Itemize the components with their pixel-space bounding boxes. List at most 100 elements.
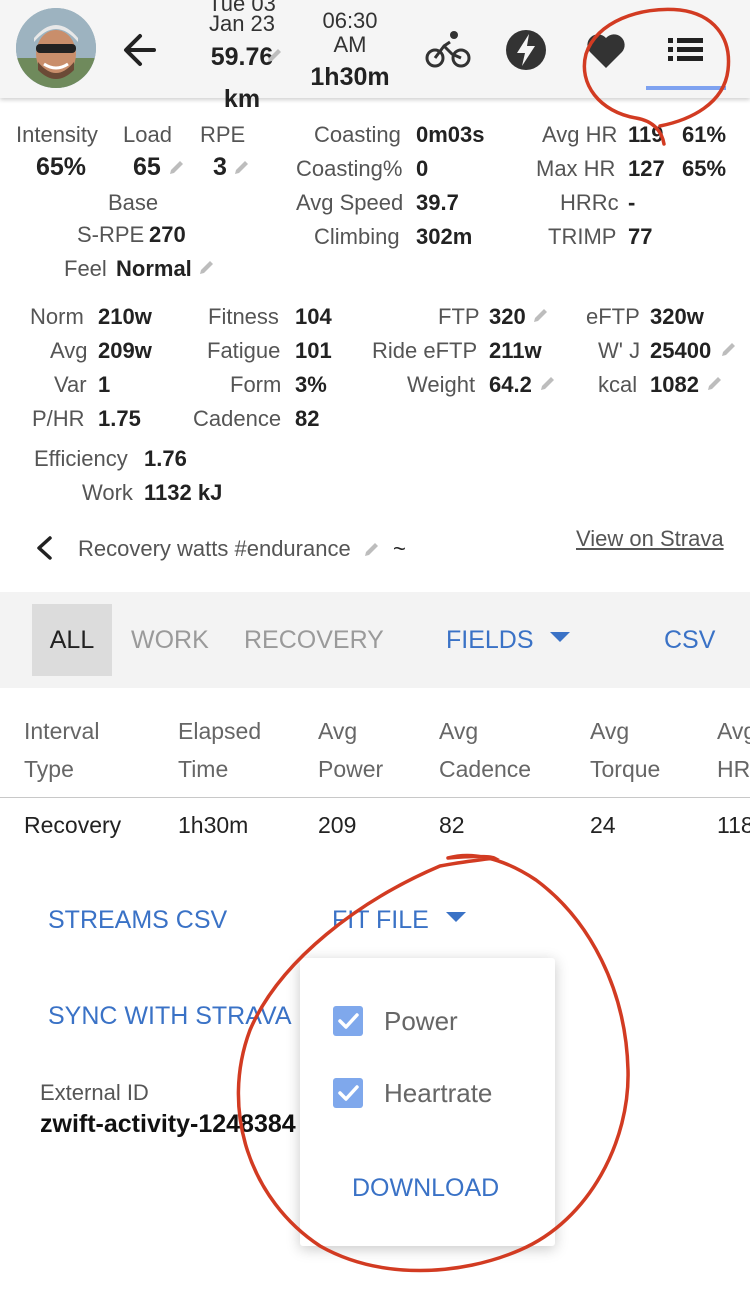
avg-speed-value: 39.7 <box>416 190 459 215</box>
climbing-value: 302m <box>416 224 473 249</box>
work-label: Work <box>82 480 133 505</box>
var-label: Var <box>54 372 87 397</box>
caret-down-icon <box>550 632 571 642</box>
fitness-label: Fitness <box>208 304 279 329</box>
avg-power-value: 209w <box>98 338 152 363</box>
eftp-value: 320w <box>650 304 704 329</box>
edit-pencil-icon[interactable] <box>233 158 251 176</box>
ftp-label: FTP <box>438 304 480 329</box>
edit-pencil-icon[interactable] <box>266 46 284 64</box>
tab-all[interactable]: ALL <box>32 604 112 676</box>
header-ampm: AM <box>333 32 367 57</box>
chevron-left-icon[interactable] <box>32 534 58 562</box>
fields-dropdown-button[interactable]: FIELDS <box>446 604 571 676</box>
fit-file-menu: Power Heartrate DOWNLOAD <box>300 958 555 1246</box>
heart-icon[interactable] <box>582 26 630 74</box>
csv-button[interactable]: CSV <box>664 604 715 676</box>
edit-pencil-icon[interactable] <box>539 374 557 392</box>
streams-csv-button[interactable]: STREAMS CSV <box>48 906 227 935</box>
kcal-label: kcal <box>598 372 638 397</box>
col-header-avg-power[interactable]: Avg Power <box>318 712 383 788</box>
col-header-elapsed-time[interactable]: Elapsed Time <box>178 712 261 788</box>
intensity-label: Intensity <box>16 122 98 147</box>
coasting-pct-label: Coasting% <box>296 156 403 181</box>
edit-pencil-icon[interactable] <box>532 306 550 324</box>
header-duration: 1h30m <box>310 63 390 91</box>
cadence-label: Cadence <box>193 406 282 431</box>
cadence-value: 82 <box>295 406 320 431</box>
rpe-label: RPE <box>200 122 246 147</box>
edit-pencil-icon[interactable] <box>198 258 216 276</box>
feel-value: Normal <box>116 256 192 281</box>
fitness-value: 104 <box>295 304 332 329</box>
edit-pencil-icon[interactable] <box>168 158 186 176</box>
phr-value: 1.75 <box>98 406 141 431</box>
power-option-label[interactable]: Power <box>384 1006 458 1037</box>
hrrc-value: - <box>628 190 636 215</box>
checkmark-icon <box>338 1085 359 1101</box>
load-label: Load <box>123 122 172 147</box>
col-header-avg-cadence[interactable]: Avg Cadence <box>439 712 531 788</box>
wj-label: W' J <box>598 338 641 363</box>
avatar[interactable] <box>16 8 96 88</box>
ride-eftp-label: Ride eFTP <box>372 338 478 363</box>
header-date: Jan 23 <box>208 11 276 36</box>
max-hr-label: Max HR <box>536 156 616 181</box>
sync-with-strava-button[interactable]: SYNC WITH STRAVA <box>48 1002 292 1031</box>
cell-interval-type: Recovery <box>24 812 122 838</box>
list-icon[interactable] <box>662 26 710 74</box>
download-button[interactable]: DOWNLOAD <box>352 1174 499 1203</box>
srpe-value: 270 <box>149 222 186 247</box>
power-checkbox[interactable] <box>333 1006 363 1036</box>
back-arrow-icon[interactable] <box>118 28 162 72</box>
cell-avg-torque: 24 <box>590 812 616 838</box>
avg-hr-pct: 61% <box>682 122 727 147</box>
norm-value: 210w <box>98 304 152 329</box>
base-label: Base <box>108 190 159 215</box>
eftp-label: eFTP <box>586 304 640 329</box>
edit-pencil-icon[interactable] <box>720 340 738 358</box>
edit-pencil-icon[interactable] <box>706 374 724 392</box>
feel-label: Feel <box>64 256 107 281</box>
bike-icon[interactable] <box>424 26 472 74</box>
col-header-interval-type[interactable]: Interval Type <box>24 712 99 788</box>
external-id-value: zwift-activity-1248384 <box>40 1110 296 1138</box>
avg-speed-label: Avg Speed <box>296 190 404 215</box>
tab-work[interactable]: WORK <box>131 604 209 676</box>
ftp-value: 320 <box>489 304 526 329</box>
work-value: 1132 kJ <box>144 480 223 505</box>
ride-eftp-value: 211w <box>489 338 542 363</box>
form-label: Form <box>230 372 282 397</box>
header-distance-unit: km <box>223 85 261 113</box>
trimp-value: 77 <box>628 224 653 249</box>
caret-down-icon <box>445 912 466 922</box>
header-time: 06:30 <box>322 8 378 33</box>
wj-value: 25400 <box>650 338 712 363</box>
max-hr-value: 127 <box>628 156 665 181</box>
tab-recovery[interactable]: RECOVERY <box>244 604 384 676</box>
efficiency-value: 1.76 <box>144 446 187 471</box>
col-header-avg-torque[interactable]: Avg Torque <box>590 712 660 788</box>
view-on-strava-link[interactable]: View on Strava <box>576 526 724 552</box>
norm-label: Norm <box>30 304 84 329</box>
coasting-pct-value: 0 <box>416 156 429 181</box>
cell-avg-cadence: 82 <box>439 812 465 838</box>
heartrate-checkbox[interactable] <box>333 1078 363 1108</box>
edit-pencil-icon[interactable] <box>363 540 381 558</box>
max-hr-pct: 65% <box>682 156 727 181</box>
fatigue-label: Fatigue <box>207 338 281 363</box>
col-header-avg-hr[interactable]: Avg HR <box>717 712 750 788</box>
hrrc-label: HRRc <box>560 190 619 215</box>
cell-avg-hr: 118 <box>717 812 750 838</box>
checkmark-icon <box>338 1013 359 1029</box>
lightning-icon[interactable] <box>502 26 550 74</box>
fit-file-dropdown-button[interactable]: FIT FILE <box>332 906 466 935</box>
avg-hr-label: Avg HR <box>542 122 618 147</box>
activity-description[interactable]: Recovery watts #endurance ~ <box>78 536 406 562</box>
description-tilde: ~ <box>392 536 406 561</box>
srpe-label: S-RPE <box>77 222 145 247</box>
climbing-label: Climbing <box>314 224 400 249</box>
load-value: 65 <box>133 153 161 181</box>
heartrate-option-label[interactable]: Heartrate <box>384 1078 492 1109</box>
cell-elapsed-time: 1h30m <box>178 812 249 838</box>
